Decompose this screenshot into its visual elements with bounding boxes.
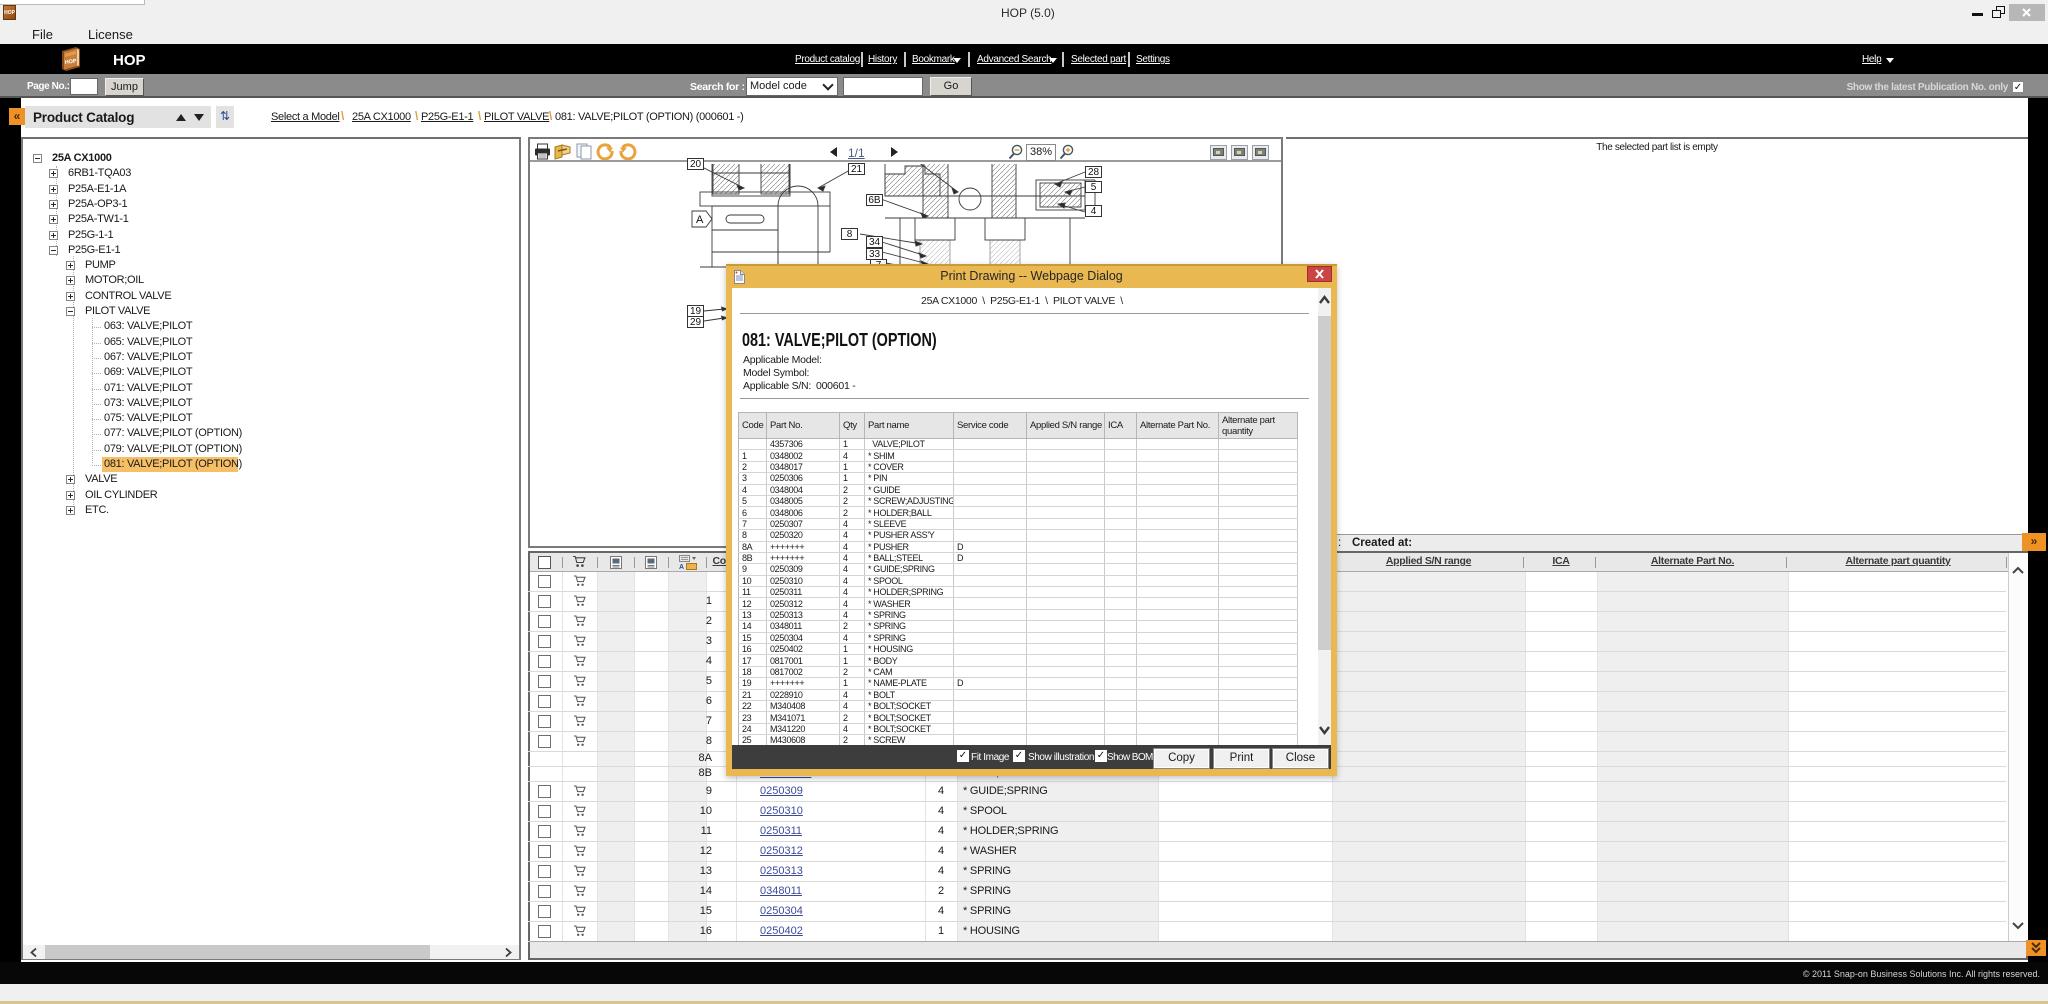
svg-text:A: A: [696, 214, 704, 226]
svg-text:A: A: [679, 564, 684, 570]
